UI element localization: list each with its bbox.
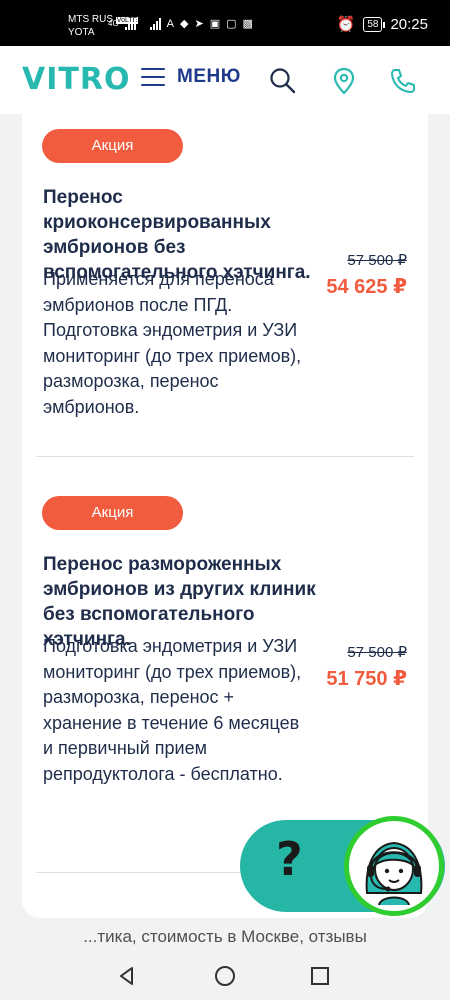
network-type: 4G — [108, 19, 119, 28]
telegram-icon: ➤ — [194, 18, 204, 30]
signal-2-icon — [149, 17, 161, 30]
promo-badge: Акция — [42, 496, 183, 530]
support-avatar[interactable] — [344, 816, 444, 916]
system-nav-bar — [0, 954, 450, 1000]
hamburger-icon — [141, 68, 165, 86]
notification-j-icon: ▣ — [209, 18, 221, 30]
menu-label: МЕНЮ — [177, 66, 241, 87]
services-card: Акция Перенос криоконсервированных эмбри… — [22, 114, 428, 918]
old-price: 57 500 ₽ — [347, 252, 407, 269]
status-icons: 4G A ◆ ➤ ▣ ▢ ▩ — [108, 17, 253, 30]
promo-badge: Акция — [42, 129, 183, 163]
alarm-icon: ⏰ — [336, 16, 356, 33]
menu-button[interactable]: МЕНЮ — [141, 66, 241, 88]
support-operator-icon — [365, 841, 423, 906]
chat-widget[interactable]: ? — [240, 816, 445, 916]
wifi-status-icon: ◆ — [180, 18, 189, 30]
notification-b-icon: ▢ — [226, 18, 237, 30]
back-icon[interactable] — [115, 964, 139, 988]
service-description: Применяется для переноса эмбрионов после… — [43, 269, 302, 417]
clock: 20:25 — [390, 15, 428, 33]
site-header: VITRO МЕНЮ — [0, 46, 450, 114]
phone-icon[interactable] — [388, 66, 418, 96]
vitro-logo[interactable]: VITRO — [22, 62, 130, 97]
signal-1-icon — [124, 17, 136, 30]
new-price: 51 750 ₽ — [326, 668, 407, 690]
service-description: Подготовка эндометрия и УЗИ мониторинг (… — [43, 636, 302, 784]
home-icon[interactable] — [213, 964, 237, 988]
battery-icon: 58 — [363, 16, 386, 32]
help-question-mark: ? — [276, 832, 303, 886]
location-pin-icon[interactable] — [329, 66, 359, 96]
status-bar: MTS RUS VoLTE YOTA 4G A ◆ ➤ ▣ ▢ ▩ ⏰ 58 2… — [0, 0, 450, 46]
status-right: ⏰ 58 20:25 — [336, 15, 428, 34]
old-price: 57 500 ₽ — [347, 644, 407, 661]
new-price: 54 625 ₽ — [326, 276, 407, 298]
notification-c-icon: ▩ — [242, 18, 253, 30]
notification-a-icon: A — [166, 17, 175, 30]
page-title-footer[interactable]: ...тика, стоимость в Москве, отзывы — [0, 920, 450, 954]
page-content: Акция Перенос криоконсервированных эмбри… — [0, 114, 450, 920]
divider — [36, 456, 414, 457]
recents-icon[interactable] — [308, 964, 332, 988]
carrier-1: MTS RUS — [68, 14, 113, 25]
search-icon[interactable] — [268, 66, 298, 96]
